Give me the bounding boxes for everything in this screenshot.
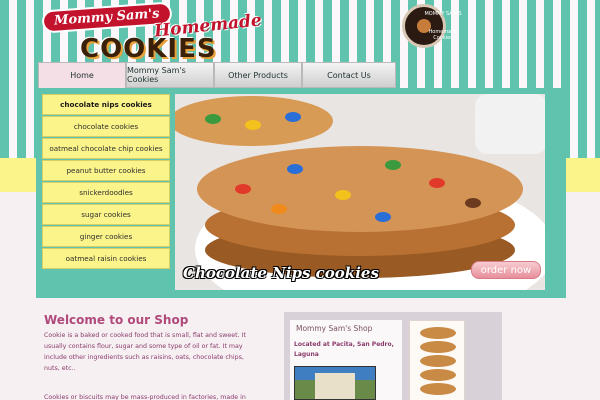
stacked-cookie — [420, 341, 456, 353]
welcome-paragraph-2: Cookies or biscuits may be mass-produced… — [44, 394, 246, 400]
stacked-cookie — [420, 369, 456, 381]
badge-text-top: MOMMY SAM'S — [424, 11, 462, 17]
candy-green — [205, 114, 221, 124]
shop-building — [315, 373, 355, 399]
nav-home[interactable]: Home — [38, 62, 126, 88]
cookie-stack-photo[interactable] — [409, 320, 465, 400]
hero-caption: Chocolate Nips cookies — [183, 264, 379, 282]
logo-cookies-word: COOKIES — [80, 34, 217, 64]
menu-item-oatmeal-chocolate-chip[interactable]: oatmeal chocolate chip cookies — [42, 138, 170, 159]
menu-item-chocolate-nips[interactable]: chocolate nips cookies — [42, 94, 170, 115]
yellow-band-left — [0, 158, 38, 192]
nav-contact-us[interactable]: Contact Us — [302, 62, 396, 88]
shop-title: Mommy Sam's Shop — [296, 324, 373, 333]
stacked-cookie — [420, 355, 456, 367]
stacked-cookie — [420, 327, 456, 339]
menu-item-sugar[interactable]: sugar cookies — [42, 204, 170, 225]
candy-red — [429, 178, 445, 188]
menu-item-peanut-butter[interactable]: peanut butter cookies — [42, 160, 170, 181]
main-nav: Home Mommy Sam's Cookies Other Products … — [38, 62, 396, 88]
order-now-button[interactable]: order now — [471, 261, 541, 279]
nav-other-products[interactable]: Other Products — [214, 62, 302, 88]
candy-brown — [465, 198, 481, 208]
brand-badge-icon: MOMMY SAM'S Homemade Cookies — [402, 4, 462, 48]
welcome-paragraph: Cookie is a baked or cooked food that is… — [44, 332, 246, 372]
welcome-heading: Welcome to our Shop — [44, 313, 189, 327]
menu-item-ginger[interactable]: ginger cookies — [42, 226, 170, 247]
menu-item-oatmeal-raisin[interactable]: oatmeal raisin cookies — [42, 248, 170, 269]
candy-blue — [287, 164, 303, 174]
candy-green — [385, 160, 401, 170]
candy-blue — [375, 212, 391, 222]
cookie-category-menu: chocolate nips cookies chocolate cookies… — [42, 94, 170, 272]
menu-item-snickerdoodles[interactable]: snickerdoodles — [42, 182, 170, 203]
candy-yellow — [245, 120, 261, 130]
menu-item-chocolate[interactable]: chocolate cookies — [42, 116, 170, 137]
badge-text-bottom: Homemade Cookies — [428, 29, 458, 41]
stacked-cookie — [420, 383, 456, 395]
shop-photo[interactable] — [294, 366, 376, 400]
nav-mommy-sams-cookies[interactable]: Mommy Sam's Cookies — [126, 62, 214, 88]
candy-yellow — [335, 190, 351, 200]
logo-brand: Mommy Sam's — [41, 1, 173, 34]
candy-orange — [271, 204, 287, 214]
site-logo[interactable]: Mommy Sam's Homemade COOKIES — [36, 1, 398, 64]
candy-red — [235, 184, 251, 194]
milk-glass — [475, 94, 545, 154]
candy-blue — [285, 112, 301, 122]
shop-location: Located at Pacita, San Pedro, Laguna — [294, 341, 394, 358]
